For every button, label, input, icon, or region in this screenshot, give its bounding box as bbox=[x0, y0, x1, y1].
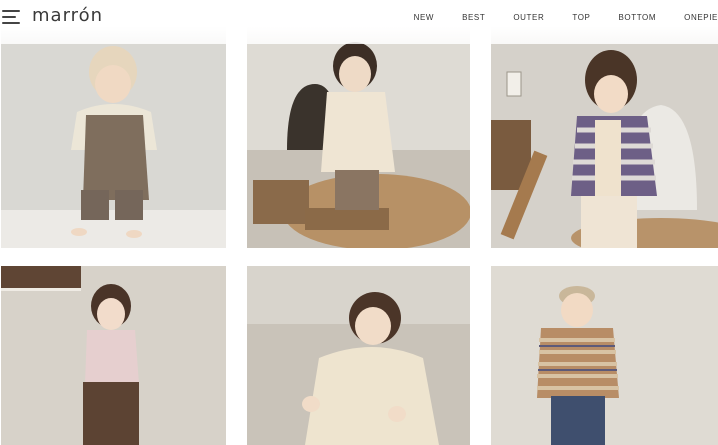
nav-item-new[interactable]: NEW bbox=[414, 13, 434, 22]
nav-item-bottom[interactable]: BOTTOM bbox=[618, 13, 656, 22]
nav-item-outer[interactable]: OUTER bbox=[513, 13, 544, 22]
hamburger-menu-icon[interactable] bbox=[2, 10, 20, 24]
product-photo-2[interactable] bbox=[247, 0, 470, 248]
product-photo-grid bbox=[0, 0, 718, 445]
nav-item-onepie[interactable]: ONEPIE bbox=[684, 13, 718, 22]
main-nav: NEW BEST OUTER TOP BOTTOM ONEPIE bbox=[414, 13, 718, 22]
site-header: marrón NEW BEST OUTER TOP BOTTOM ONEPIE bbox=[0, 0, 718, 32]
product-photo-5[interactable] bbox=[247, 266, 470, 445]
product-photo-4[interactable] bbox=[1, 266, 226, 445]
brand-logo[interactable]: marrón bbox=[32, 5, 103, 26]
product-photo-6[interactable] bbox=[491, 266, 718, 445]
product-photo-1[interactable] bbox=[1, 0, 226, 248]
product-photo-3[interactable] bbox=[491, 0, 718, 248]
nav-item-best[interactable]: BEST bbox=[462, 13, 485, 22]
nav-item-top[interactable]: TOP bbox=[572, 13, 590, 22]
